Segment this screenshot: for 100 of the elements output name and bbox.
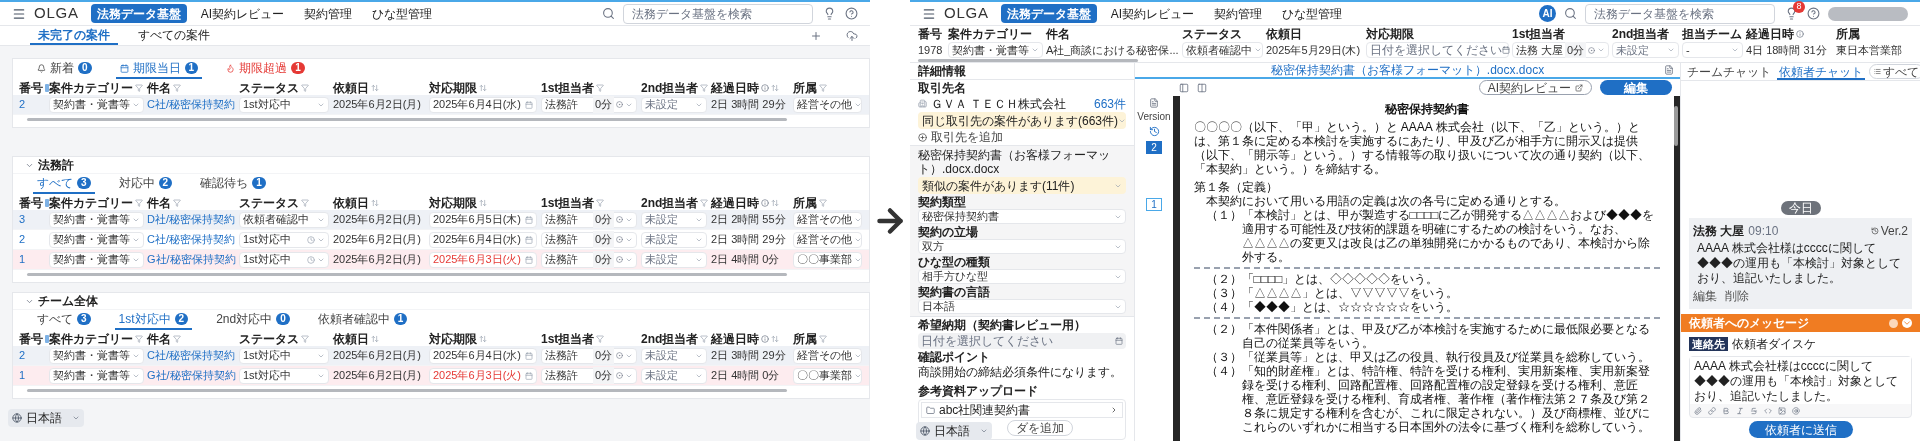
- filter-tab[interactable]: 期限当日 1: [115, 59, 203, 79]
- status-select[interactable]: 依頼者確認中: [239, 211, 329, 228]
- assignee-select[interactable]: 法務許 0分: [541, 367, 637, 384]
- filter-icon[interactable]: [819, 199, 827, 207]
- ai-badge[interactable]: AI: [1539, 5, 1556, 22]
- checkbox-icon[interactable]: [45, 84, 49, 92]
- case-number[interactable]: 2: [19, 347, 49, 364]
- case-title-link[interactable]: C社/秘密保持契約: [147, 96, 239, 113]
- category-select[interactable]: 契約書・覚書等: [49, 231, 144, 248]
- filter-tab[interactable]: すべて 3: [33, 174, 95, 194]
- chat-tab[interactable]: チームチャット: [1685, 63, 1773, 80]
- assignee-select[interactable]: 法務許 0分: [541, 251, 637, 268]
- filter-icon[interactable]: [596, 84, 605, 92]
- case-title-link[interactable]: D社/秘密保持契約: [147, 211, 239, 228]
- sort-icon[interactable]: [479, 199, 487, 207]
- case-number[interactable]: 3: [19, 211, 49, 228]
- help-icon[interactable]: [845, 7, 858, 20]
- nav-tab[interactable]: AI契約レビュー: [194, 4, 291, 23]
- bold-icon[interactable]: [1722, 406, 1730, 415]
- department-select[interactable]: 経営その他: [793, 231, 862, 248]
- search-field[interactable]: 法務データ基盤を検索: [1585, 3, 1775, 24]
- filter-icon[interactable]: [700, 84, 709, 92]
- filter-icon[interactable]: [301, 335, 309, 343]
- filter-tab[interactable]: 2nd対応中 0: [212, 310, 294, 330]
- history-icon[interactable]: [1148, 126, 1160, 137]
- nav-tab[interactable]: 契約管理: [298, 4, 359, 23]
- filter-icon[interactable]: [173, 199, 181, 207]
- scrollbar[interactable]: [918, 59, 1138, 62]
- filter-tab[interactable]: 期限超過 1: [222, 59, 309, 79]
- assignee-select[interactable]: 法務許 0分: [541, 347, 637, 364]
- filter-icon[interactable]: [135, 199, 143, 207]
- filter-icon[interactable]: [173, 84, 181, 92]
- filter-icon[interactable]: [301, 199, 309, 207]
- date-field[interactable]: 日付を選択してください: [1366, 42, 1509, 58]
- filter-tab[interactable]: 対応中 2: [114, 174, 177, 194]
- scrollbar[interactable]: [27, 388, 787, 392]
- scrollbar[interactable]: [27, 272, 787, 276]
- select-field[interactable]: -: [1682, 42, 1743, 58]
- department-select[interactable]: 〇〇事業部: [793, 251, 862, 268]
- case-title-link[interactable]: G社/秘密保持契約: [147, 251, 239, 268]
- case-number[interactable]: 2: [19, 231, 49, 248]
- table-row[interactable]: 2 契約書・覚書等 C社/秘密保持契約 1st対応中 2025年6月2日(月) 2025年6月4日(水) 法務許 0分 未設定 2日 3時間 29分 経営その他: [13, 346, 869, 366]
- edit-button[interactable]: 編集: [1600, 80, 1672, 95]
- assignee-select[interactable]: 未設定: [641, 367, 707, 384]
- sort-icon[interactable]: [371, 199, 379, 207]
- case-title-link[interactable]: G社/秘密保持契約: [147, 367, 239, 384]
- case-title-link[interactable]: C社/秘密保持契約: [147, 347, 239, 364]
- page-tab[interactable]: すべての案件: [130, 26, 218, 45]
- select-field[interactable]: 依頼者確認中: [1182, 42, 1263, 58]
- document-icon[interactable]: [1664, 65, 1674, 75]
- menu-icon[interactable]: [922, 6, 936, 21]
- deadline-field[interactable]: 2025年6月3日(火): [429, 251, 537, 268]
- table-row[interactable]: 2 契約書・覚書等 C社/秘密保持契約 1st対応中 2025年6月2日(月) 2025年6月4日(水) 法務許 0分 未設定 2日 3時間 29分 経営その他: [13, 230, 869, 250]
- message-input[interactable]: AAAA 株式会社様はccccに関して◆◆◆の運用も「本検討」対象としており、追記いたしました。: [1689, 356, 1912, 418]
- filter-tab[interactable]: 依頼者確認中 1: [313, 310, 412, 330]
- notice-banner[interactable]: 同じ取引先の案件があります(663件): [918, 112, 1126, 129]
- sort-icon[interactable]: [771, 335, 779, 343]
- filter-icon[interactable]: [596, 199, 605, 207]
- status-select[interactable]: 1st対応中: [239, 347, 329, 364]
- nav-tab[interactable]: 法務データ基盤: [90, 4, 187, 23]
- sort-icon[interactable]: [371, 335, 379, 343]
- select-field[interactable]: 契約書・覚書等: [948, 42, 1043, 58]
- assignee-select[interactable]: 未設定: [641, 347, 707, 364]
- chat-tab[interactable]: 依頼者チャット: [1777, 63, 1865, 80]
- code-icon[interactable]: [1764, 406, 1772, 415]
- case-number[interactable]: 1: [19, 367, 49, 384]
- version-tab[interactable]: 2: [1146, 141, 1162, 154]
- language-select[interactable]: 日本語: [8, 409, 84, 427]
- status-select[interactable]: 1st対応中: [239, 367, 329, 384]
- case-number[interactable]: 2: [19, 96, 49, 113]
- assignee-select[interactable]: 未設定: [641, 231, 707, 248]
- department-select[interactable]: 経営その他: [793, 347, 862, 364]
- nav-tab[interactable]: ひな型管理: [1276, 4, 1349, 23]
- scrollbar[interactable]: [27, 117, 787, 121]
- category-select[interactable]: 契約書・覚書等: [49, 251, 144, 268]
- assignee-select[interactable]: 法務許 0分: [541, 211, 637, 228]
- nav-tab[interactable]: ひな型管理: [366, 4, 439, 23]
- department-select[interactable]: 経営その他: [793, 96, 862, 113]
- select-field[interactable]: 相手方ひな型: [918, 269, 1126, 284]
- filter-tab[interactable]: すべて 3: [33, 310, 95, 330]
- deadline-field[interactable]: 2025年6月4日(水): [429, 347, 537, 364]
- filter-icon[interactable]: [135, 84, 143, 92]
- assignee-select[interactable]: 法務許 0分: [541, 231, 637, 248]
- filter-icon[interactable]: [700, 335, 709, 343]
- deadline-field[interactable]: 2025年6月4日(水): [429, 231, 537, 248]
- deadline-field[interactable]: 2025年6月3日(火): [429, 367, 537, 384]
- scrollbar[interactable]: [1674, 106, 1678, 146]
- nav-tab[interactable]: AI契約レビュー: [1104, 4, 1201, 23]
- date-field[interactable]: 日付を選択してください: [918, 333, 1126, 349]
- checkbox-icon[interactable]: [45, 335, 49, 343]
- category-select[interactable]: 契約書・覚書等: [49, 211, 144, 228]
- filter-icon[interactable]: [301, 84, 309, 92]
- status-select[interactable]: 1st対応中: [239, 96, 329, 113]
- add-icon[interactable]: [810, 29, 822, 42]
- panel-left-icon[interactable]: [1179, 82, 1189, 93]
- deadline-field[interactable]: 2025年6月4日(水): [429, 96, 537, 113]
- search-field[interactable]: 法務データ基盤を検索: [623, 3, 813, 24]
- category-select[interactable]: 契約書・覚書等: [49, 347, 144, 364]
- filter-tab[interactable]: 1st対応中 2: [114, 310, 193, 330]
- category-select[interactable]: 契約書・覚書等: [49, 367, 144, 384]
